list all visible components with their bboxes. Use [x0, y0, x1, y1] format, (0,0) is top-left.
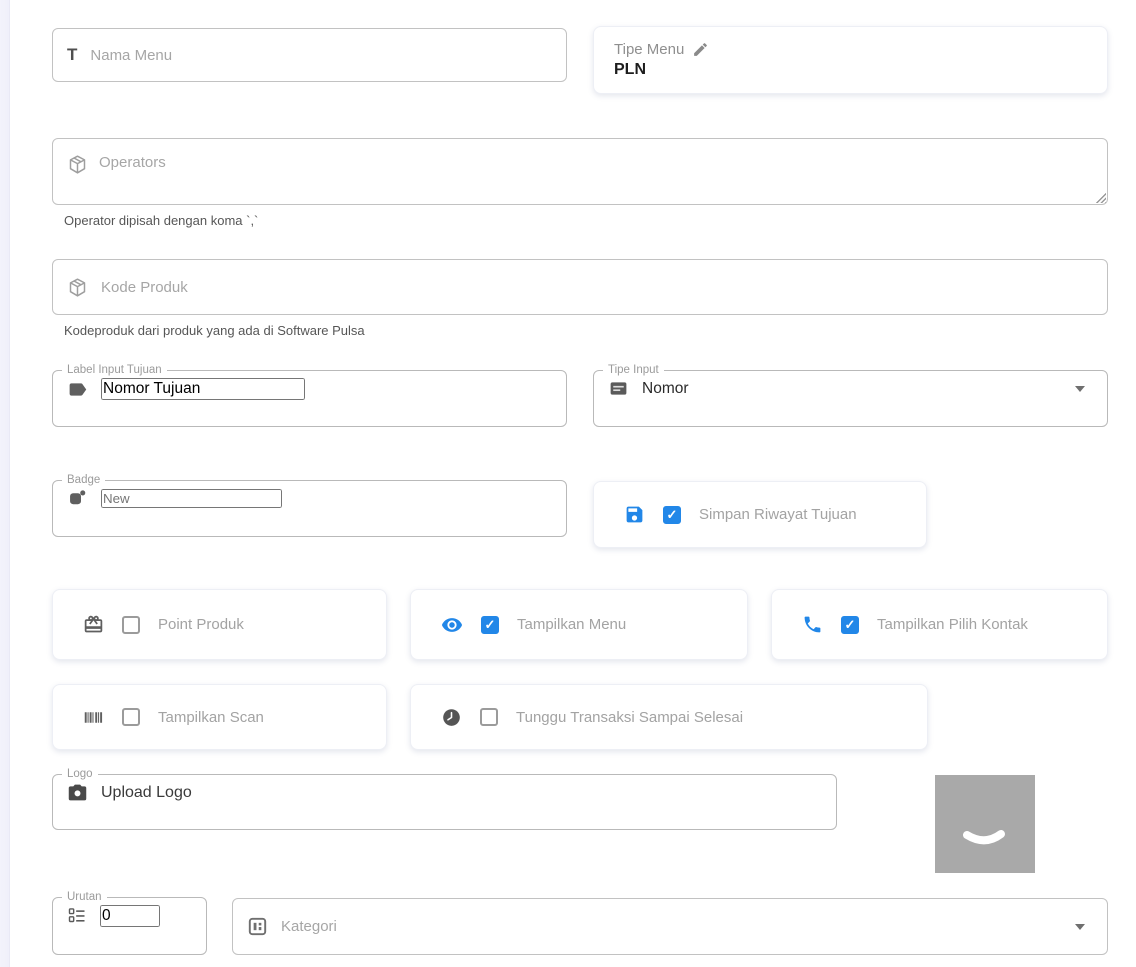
tipe-menu-value: PLN [614, 61, 646, 78]
kode-produk-helper-text: Kodeproduk dari produk yang ada di Softw… [64, 323, 365, 338]
upload-logo-button[interactable]: Upload Logo [101, 784, 192, 802]
tipe-input-value: Nomor [642, 379, 689, 397]
tampilkan-scan-label: Tampilkan Scan [158, 708, 264, 726]
badge-input[interactable] [101, 489, 282, 508]
left-sidebar-strip [0, 0, 10, 967]
tipe-input-select[interactable]: Tipe Input Nomor [593, 364, 1108, 427]
tampilkan-scan-checkbox[interactable] [122, 708, 140, 726]
tunggu-transaksi-label: Tunggu Transaksi Sampai Selesai [516, 708, 744, 726]
point-produk-label: Point Produk [158, 616, 244, 633]
label-input-tujuan-input[interactable] [101, 378, 305, 400]
tunggu-transaksi-checkbox[interactable] [480, 708, 498, 726]
point-produk-checkbox[interactable] [122, 615, 140, 634]
operators-field[interactable] [52, 138, 1108, 205]
simpan-riwayat-checkbox[interactable] [663, 505, 681, 524]
menu-edit-form-page: T Tipe Menu PLN Operator dipisah dengan … [0, 0, 1136, 967]
urutan-label: Urutan [67, 891, 102, 903]
tampilkan-menu-checkbox[interactable] [481, 615, 499, 634]
phone-icon [804, 616, 821, 633]
logo-preview-image [935, 775, 1035, 873]
tampilkan-pilih-kontak-toggle[interactable]: Tampilkan Pilih Kontak [771, 589, 1108, 660]
kategori-placeholder: Kategori [281, 918, 337, 935]
tipe-menu-header: Tipe Menu [614, 41, 709, 58]
urutan-input[interactable] [100, 905, 160, 927]
operators-textarea[interactable] [53, 139, 1107, 204]
kode-produk-field[interactable] [52, 259, 1108, 315]
camera-icon [68, 784, 87, 801]
pencil-edit-icon[interactable] [692, 41, 709, 58]
chevron-down-icon[interactable] [1075, 923, 1085, 930]
badge-icon [70, 490, 86, 505]
package-box-icon [69, 155, 86, 174]
kategori-select[interactable]: Kategori [232, 898, 1108, 955]
kode-produk-input[interactable] [101, 278, 1093, 296]
logo-upload-field[interactable]: Logo Upload Logo [52, 768, 837, 830]
simpan-riwayat-tujuan-toggle[interactable]: Simpan Riwayat Tujuan [593, 481, 927, 548]
nama-menu-field[interactable]: T [52, 28, 567, 82]
chevron-down-icon[interactable] [1075, 385, 1085, 392]
logo-label: Logo [67, 768, 93, 780]
save-icon [626, 506, 643, 523]
badge-field[interactable]: Badge [52, 474, 567, 537]
tunggu-transaksi-toggle[interactable]: Tunggu Transaksi Sampai Selesai [410, 684, 928, 750]
pilih-kontak-checkbox[interactable] [841, 615, 859, 634]
logo-placeholder-smile [963, 830, 1005, 845]
point-produk-toggle[interactable]: Point Produk [52, 589, 387, 660]
label-input-tujuan-field[interactable]: Label Input Tujuan [52, 364, 567, 427]
label-tag-icon [69, 382, 87, 396]
clock-icon [443, 708, 460, 726]
category-icon [248, 917, 267, 936]
eye-icon [441, 617, 463, 632]
package-box-icon [69, 277, 86, 297]
tampilkan-menu-label: Tampilkan Menu [517, 616, 627, 633]
tipe-menu-label: Tipe Menu [614, 41, 685, 58]
numeric-keypad-icon [610, 382, 627, 395]
badge-label: Badge [67, 474, 101, 486]
tampilkan-menu-toggle[interactable]: Tampilkan Menu [410, 589, 748, 660]
gift-icon [84, 615, 103, 633]
nama-menu-input[interactable] [90, 46, 552, 64]
label-input-tujuan-label: Label Input Tujuan [67, 364, 162, 376]
simpan-riwayat-label: Simpan Riwayat Tujuan [699, 506, 857, 523]
urutan-field[interactable]: Urutan [52, 891, 207, 955]
operators-helper-text: Operator dipisah dengan koma `,` [64, 213, 259, 228]
barcode-icon [84, 711, 103, 723]
text-icon: T [67, 45, 78, 64]
tampilkan-scan-toggle[interactable]: Tampilkan Scan [52, 684, 387, 750]
tipe-menu-card: Tipe Menu PLN [593, 26, 1108, 94]
pilih-kontak-label: Tampilkan Pilih Kontak [877, 616, 1028, 633]
ordered-list-icon [68, 908, 85, 923]
tipe-input-label: Tipe Input [608, 364, 659, 376]
